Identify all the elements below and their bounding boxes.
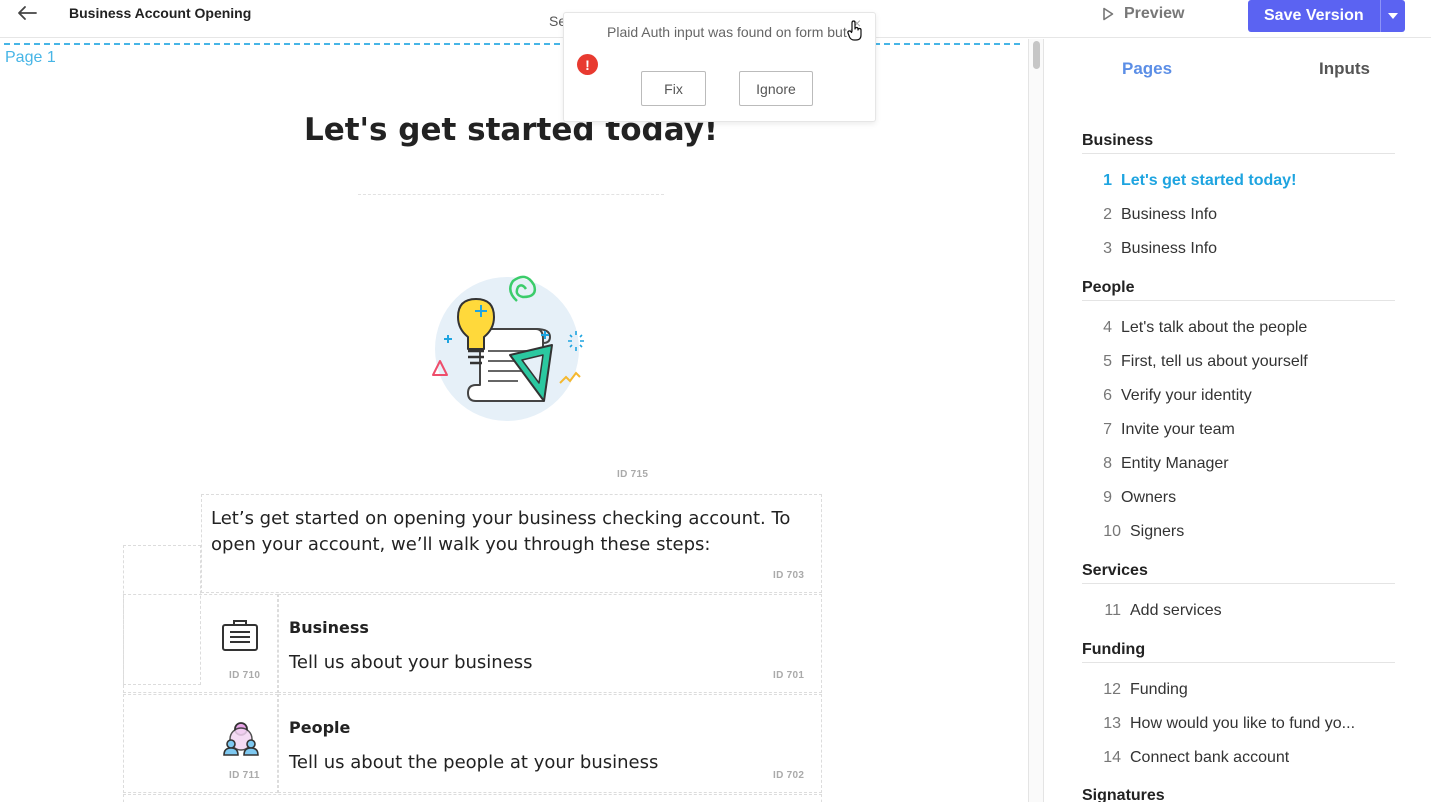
page-number: 7 — [1103, 421, 1112, 438]
heading-divider — [358, 194, 664, 195]
page-title: Signers — [1130, 523, 1185, 540]
illustration-id: ID 715 — [617, 469, 649, 480]
error-icon: ! — [577, 54, 598, 75]
page-number: 8 — [1103, 455, 1112, 472]
page-title: Let's get started today! — [1121, 172, 1297, 189]
page-item[interactable]: 4 Let's talk about the people — [1082, 319, 1382, 343]
save-version-group: Save Version — [1248, 0, 1405, 32]
page-number: 10 — [1103, 523, 1121, 540]
tab-inputs[interactable]: Inputs — [1319, 59, 1370, 79]
intro-text-id: ID 703 — [773, 570, 805, 581]
page-title: Add services — [1130, 602, 1222, 619]
validation-popup: ! Plaid Auth input was found on form but… — [563, 12, 876, 122]
page-title: Let's talk about the people — [1121, 319, 1308, 336]
section-heading: Signatures — [1082, 787, 1395, 802]
page-title: Business Info — [1121, 206, 1218, 223]
ignore-button[interactable]: Ignore — [739, 71, 813, 106]
step-title: People — [289, 718, 351, 737]
page-item[interactable]: 13 How would you like to fund yo... — [1082, 715, 1382, 739]
page-number: 9 — [1103, 489, 1112, 506]
page-label[interactable]: Page 1 — [5, 49, 56, 67]
page-title: First, tell us about yourself — [1121, 353, 1308, 370]
tab-pages[interactable]: Pages — [1122, 59, 1172, 79]
page-item[interactable]: 2 Business Info — [1082, 206, 1382, 230]
next-step-row[interactable] — [123, 794, 822, 802]
page-item[interactable]: 6 Verify your identity — [1082, 387, 1382, 411]
step-description: Tell us about your business — [289, 652, 533, 673]
step-text-cell[interactable] — [278, 694, 822, 793]
caret-down-icon — [1387, 13, 1398, 19]
fix-button[interactable]: Fix — [641, 71, 706, 106]
hand-cursor-icon — [847, 20, 863, 42]
page-item[interactable]: 7 Invite your team — [1082, 421, 1382, 445]
step-text-id: ID 702 — [773, 770, 805, 781]
section-heading: Business — [1082, 132, 1395, 154]
popup-message: Plaid Auth input was found on form but t… — [607, 24, 857, 40]
page-item[interactable]: 14 Connect bank account — [1082, 749, 1382, 773]
people-icon — [222, 719, 260, 757]
step-title: Business — [289, 618, 369, 637]
page-title: Connect bank account — [1130, 749, 1290, 766]
page-number: 1 — [1103, 172, 1112, 189]
page-number: 2 — [1103, 206, 1112, 223]
lightbulb-scroll-illustration[interactable] — [428, 251, 588, 421]
step-text-id: ID 701 — [773, 670, 805, 681]
save-options-dropdown[interactable] — [1379, 0, 1405, 32]
page-number: 5 — [1103, 353, 1112, 370]
section-heading: Funding — [1082, 641, 1395, 663]
intro-text: Let’s get started on opening your busine… — [211, 508, 791, 555]
briefcase-icon — [220, 618, 260, 654]
step-text-cell[interactable] — [278, 594, 822, 693]
right-sidebar: Pages Inputs Business 1 Let's get started… — [1044, 39, 1431, 802]
form-title: Business Account Opening — [69, 5, 252, 21]
page-title: Business Info — [1121, 240, 1218, 257]
page-item[interactable]: 9 Owners — [1082, 489, 1382, 513]
page-item[interactable]: 5 First, tell us about yourself — [1082, 353, 1382, 377]
step-description: Tell us about the people at your busines… — [289, 752, 659, 773]
step-icon-id: ID 710 — [229, 670, 261, 681]
form-canvas: Page 1 Let's get started today! ID 715 L… — [0, 39, 1028, 802]
play-icon — [1103, 7, 1114, 21]
page-title: Funding — [1130, 681, 1188, 698]
page-number: 11 — [1104, 602, 1121, 619]
page-item[interactable]: 10 Signers — [1082, 523, 1382, 547]
back-arrow-icon[interactable] — [14, 2, 40, 24]
page-title: Verify your identity — [1121, 387, 1252, 404]
canvas-scrollbar[interactable] — [1028, 39, 1044, 802]
page-title: Entity Manager — [1121, 455, 1229, 472]
page-item[interactable]: 1 Let's get started today! — [1082, 172, 1382, 196]
step-icon-id: ID 711 — [229, 770, 260, 781]
page-number: 6 — [1103, 387, 1112, 404]
page-item[interactable]: 8 Entity Manager — [1082, 455, 1382, 479]
scrollbar-thumb[interactable] — [1033, 41, 1040, 69]
section-heading: Services — [1082, 562, 1395, 584]
page-title: Invite your team — [1121, 421, 1235, 438]
preview-label: Preview — [1124, 5, 1185, 22]
page-item[interactable]: 11 Add services — [1082, 602, 1382, 626]
page-title: How would you like to fund yo... — [1130, 715, 1356, 732]
save-version-button[interactable]: Save Version — [1248, 0, 1380, 32]
page-number: 12 — [1103, 681, 1121, 698]
page-number: 4 — [1103, 319, 1112, 336]
page-number: 14 — [1103, 749, 1121, 766]
page-item[interactable]: 3 Business Info — [1082, 240, 1382, 264]
page-number: 13 — [1103, 715, 1121, 732]
page-item[interactable]: 12 Funding — [1082, 681, 1382, 705]
page-number: 3 — [1103, 240, 1112, 257]
page-title: Owners — [1121, 489, 1177, 506]
preview-button[interactable]: Preview — [1102, 3, 1184, 25]
section-heading: People — [1082, 279, 1395, 301]
